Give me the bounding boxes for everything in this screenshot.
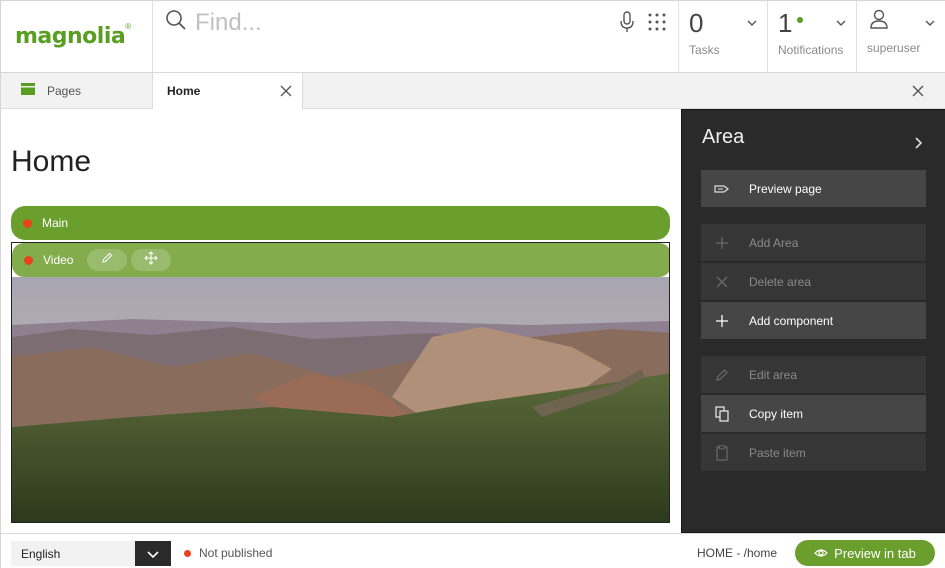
app-launcher-icon[interactable] <box>648 13 666 36</box>
close-icon <box>713 273 731 291</box>
logo-registered-mark: ® <box>125 22 132 31</box>
microphone-icon[interactable] <box>620 11 634 38</box>
status-dot <box>184 549 191 557</box>
user-menu[interactable]: superuser <box>857 1 945 72</box>
main-area-bar[interactable]: Main <box>11 206 670 240</box>
find-bar <box>153 1 679 72</box>
edit-area-label: Edit area <box>749 367 798 382</box>
delete-area-label: Delete area <box>749 274 812 289</box>
plus-icon <box>713 234 731 252</box>
eye-icon <box>814 546 829 561</box>
chevron-down-icon <box>836 13 846 31</box>
preview-in-tab-button[interactable]: Preview in tab <box>795 540 935 566</box>
move-icon <box>144 250 159 270</box>
search-input[interactable] <box>195 9 595 37</box>
status-dot <box>24 255 33 265</box>
area-actions-panel: Area Preview page Add Area Delete area A… <box>681 109 945 533</box>
move-component-button[interactable] <box>131 249 172 271</box>
preview-page-label: Preview page <box>749 181 822 196</box>
clipboard-icon <box>713 444 731 462</box>
chevron-down-icon <box>147 545 159 563</box>
copy-icon <box>713 405 731 423</box>
publish-status: Not published <box>184 546 272 560</box>
status-dot <box>23 218 32 228</box>
tab-home-label: Home <box>167 84 201 98</box>
preview-icon <box>713 180 731 198</box>
add-component-label: Add component <box>749 313 834 328</box>
pencil-icon <box>101 251 113 269</box>
top-bar: magnolia ® 0 Tasks <box>1 1 945 73</box>
notifications-label: Notifications <box>778 43 844 57</box>
area-panel-title: Area <box>702 126 745 148</box>
close-app-icon[interactable] <box>912 84 924 102</box>
notification-dot <box>797 17 803 23</box>
copy-item-label: Copy item <box>749 406 804 421</box>
delete-area-action[interactable]: Delete area <box>701 263 926 300</box>
preview-page-action[interactable]: Preview page <box>701 170 926 207</box>
add-area-label: Add Area <box>749 235 799 250</box>
logo[interactable]: magnolia ® <box>1 1 153 72</box>
video-component-bar[interactable]: Video <box>12 243 669 277</box>
language-dropdown-button[interactable] <box>135 541 171 566</box>
username-label: superuser <box>867 41 921 55</box>
tasks-indicator[interactable]: 0 Tasks <box>679 1 768 72</box>
chevron-down-icon <box>925 13 935 31</box>
tab-home[interactable]: Home <box>153 73 303 109</box>
status-bar: English Not published HOME - /home Previ… <box>1 533 945 568</box>
tasks-label: Tasks <box>689 43 720 57</box>
paste-item-label: Paste item <box>749 445 806 460</box>
chevron-right-icon[interactable] <box>915 136 923 154</box>
add-component-action[interactable]: Add component <box>701 302 926 339</box>
canyon-video-frame <box>12 277 669 522</box>
add-area-action[interactable]: Add Area <box>701 224 926 261</box>
main-area-label: Main <box>42 216 69 230</box>
pages-app-icon <box>21 82 35 100</box>
paste-item-action[interactable]: Paste item <box>701 434 926 471</box>
app-window: magnolia ® 0 Tasks <box>0 0 945 568</box>
logo-text: magnolia <box>15 24 126 49</box>
preview-in-tab-label: Preview in tab <box>834 545 916 561</box>
copy-item-action[interactable]: Copy item <box>701 395 926 432</box>
tab-pages-label: Pages <box>47 83 82 98</box>
edit-component-button[interactable] <box>87 249 128 271</box>
tab-bar: Pages Home <box>1 73 945 109</box>
tab-pages[interactable]: Pages <box>1 73 153 108</box>
video-component[interactable]: Video <box>11 242 670 523</box>
close-tab-icon[interactable] <box>280 84 292 102</box>
video-component-label: Video <box>43 253 74 267</box>
language-select[interactable]: English <box>11 541 135 566</box>
pencil-icon <box>713 366 731 384</box>
notifications-indicator[interactable]: 1 Notifications <box>768 1 857 72</box>
page-title: Home <box>11 145 92 178</box>
search-icon[interactable] <box>165 9 187 36</box>
publish-status-label: Not published <box>199 546 273 560</box>
plus-icon <box>713 312 731 330</box>
page-editor: Home Main Video <box>11 109 673 533</box>
page-path: HOME - /home <box>697 546 778 560</box>
edit-area-action[interactable]: Edit area <box>701 356 926 393</box>
chevron-down-icon <box>747 13 757 31</box>
